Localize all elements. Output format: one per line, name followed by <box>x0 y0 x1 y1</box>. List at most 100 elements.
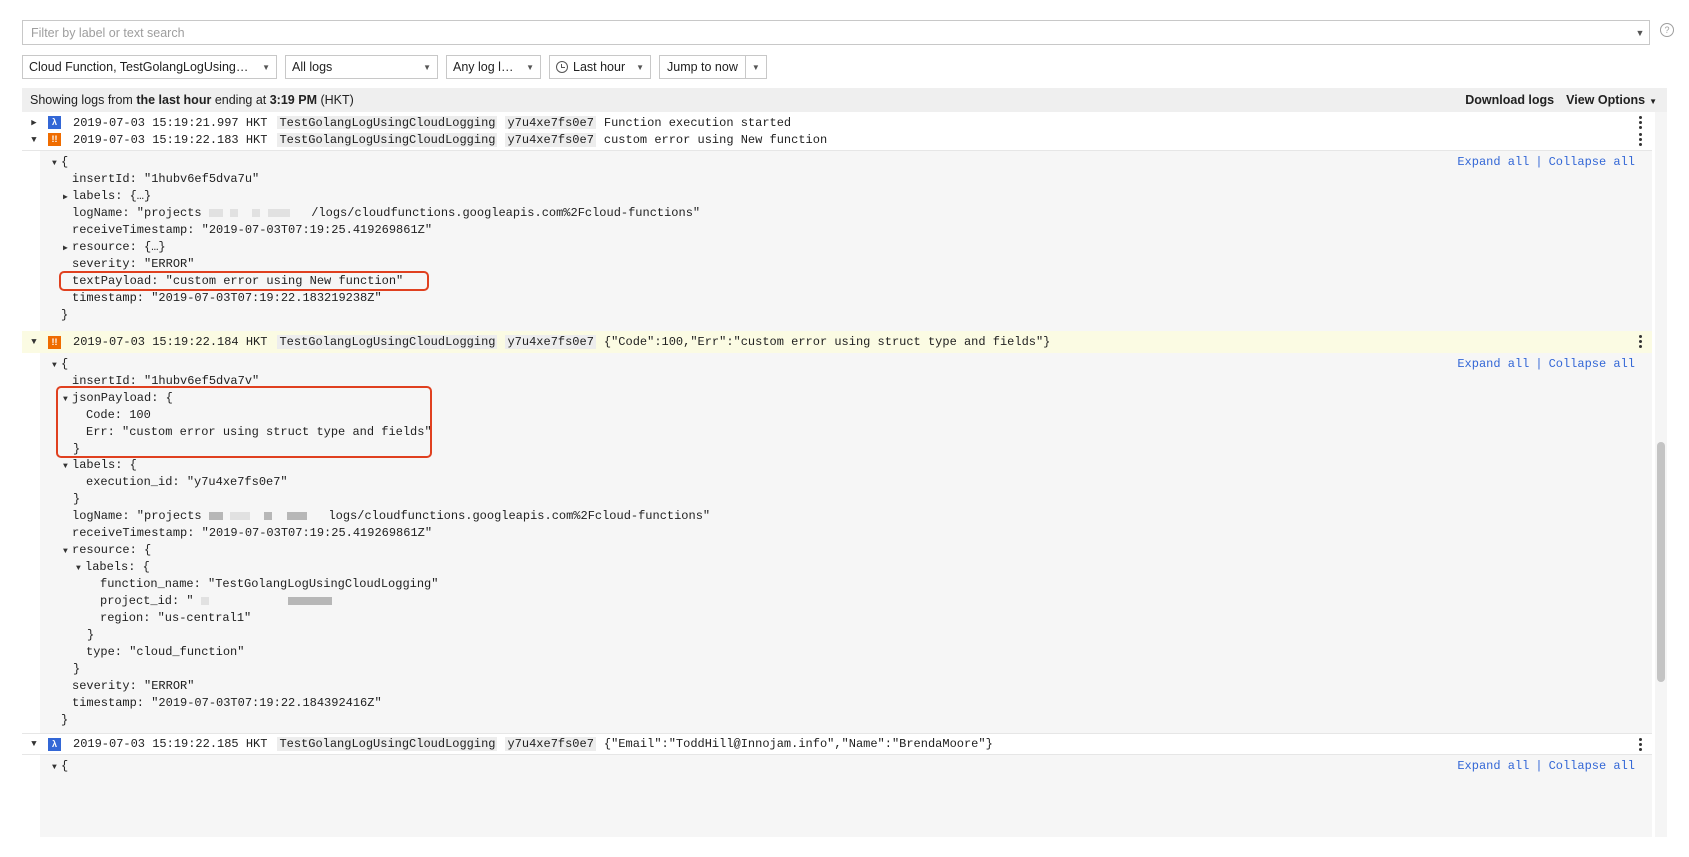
more-vert-icon[interactable] <box>1639 335 1643 350</box>
expand-collapse-controls: Expand all | Collapse all <box>1457 155 1635 169</box>
redacted-block <box>267 208 290 217</box>
collapse-all-link[interactable]: Collapse all <box>1549 357 1635 371</box>
collapse-arrow-icon[interactable]: ▼ <box>25 739 43 749</box>
collapse-all-link[interactable]: Collapse all <box>1549 155 1635 169</box>
scrollbar-thumb[interactable] <box>1657 442 1665 682</box>
field-receive-timestamp: receiveTimestamp: "2019-07-03T07:19:25.4… <box>72 526 433 540</box>
severity-default-icon: λ <box>48 737 61 751</box>
chevron-down-icon: ▼ <box>423 62 431 72</box>
field-resource-text: resource: {…} <box>72 240 166 254</box>
separator: | <box>1535 155 1543 169</box>
jump-to-now-button[interactable]: Jump to now <box>660 56 746 78</box>
expand-collapse-controls: Expand all | Collapse all <box>1457 357 1635 371</box>
log-message: {"Code":100,"Err":"custom error using st… <box>603 335 1051 349</box>
log-name-suffix: logs/cloudfunctions.googleapis.com%2Fclo… <box>328 509 711 523</box>
tree-close-brace: } <box>61 713 69 727</box>
tree-open-brace: { <box>61 155 69 169</box>
collapse-arrow-icon[interactable]: ▼ <box>25 337 43 347</box>
field-labels[interactable]: ▼ labels: { <box>63 457 137 474</box>
project-id-prefix: project_id: " <box>100 594 194 608</box>
filter-dropdown-icon[interactable]: ▼ <box>1631 28 1649 38</box>
resource-selector-label: Cloud Function, TestGolangLogUsingClo... <box>29 60 255 74</box>
log-row[interactable]: ▼ !! 2019-07-03 15:19:22.183 HKT TestGol… <box>22 129 1652 151</box>
log-name-selector[interactable]: All logs ▼ <box>285 55 438 79</box>
expand-all-link[interactable]: Expand all <box>1457 759 1529 773</box>
redacted-block <box>252 208 261 217</box>
field-receive-timestamp: receiveTimestamp: "2019-07-03T07:19:25.4… <box>72 223 433 237</box>
status-prefix: Showing logs from <box>30 93 133 107</box>
redacted-block <box>200 596 209 605</box>
tree-open-brace: { <box>61 759 69 773</box>
log-level-selector[interactable]: Any log level ▼ <box>446 55 541 79</box>
tree-root[interactable]: ▼{ <box>52 758 68 775</box>
log-timestamp: 2019-07-03 15:19:22.183 HKT <box>73 132 268 147</box>
execution-chip[interactable]: y7u4xe7fs0e7 <box>505 115 596 130</box>
log-detail: Expand all | Collapse all ▼{ <box>22 755 1652 837</box>
tree-root[interactable]: ▼{ <box>52 154 68 171</box>
caret-down-icon[interactable]: ▼ <box>52 759 61 776</box>
resource-selector[interactable]: Cloud Function, TestGolangLogUsingClo...… <box>22 55 277 79</box>
caret-right-icon[interactable]: ▶ <box>63 189 72 206</box>
view-options-label: View Options <box>1566 93 1646 107</box>
log-name-suffix: /logs/cloudfunctions.googleapis.com%2Fcl… <box>311 206 701 220</box>
caret-down-icon[interactable]: ▼ <box>52 357 61 374</box>
log-row[interactable]: ▼ λ 2019-07-03 15:19:22.185 HKT TestGola… <box>22 733 1652 755</box>
download-logs-button[interactable]: Download logs <box>1465 93 1554 107</box>
caret-down-icon[interactable]: ▼ <box>63 458 72 475</box>
collapse-all-link[interactable]: Collapse all <box>1549 759 1635 773</box>
labels-close: } <box>73 492 81 506</box>
execution-chip[interactable]: y7u4xe7fs0e7 <box>505 132 596 147</box>
status-middle: ending at <box>214 93 267 107</box>
execution-chip[interactable]: y7u4xe7fs0e7 <box>505 737 596 751</box>
separator: | <box>1535 357 1543 371</box>
severity-error-icon: !! <box>48 335 61 349</box>
filter-input[interactable] <box>23 21 1631 44</box>
function-chip[interactable]: TestGolangLogUsingCloudLogging <box>277 335 498 349</box>
separator: | <box>1535 759 1543 773</box>
severity-error-icon: !! <box>48 133 61 146</box>
field-labels-text: labels: { <box>72 458 137 472</box>
log-row[interactable]: ▼ !! 2019-07-03 15:19:22.184 HKT TestGol… <box>22 331 1652 353</box>
function-chip[interactable]: TestGolangLogUsingCloudLogging <box>277 115 498 130</box>
more-vert-icon[interactable] <box>1639 133 1643 148</box>
caret-down-icon[interactable]: ▼ <box>52 155 61 172</box>
chevron-down-icon: ▼ <box>1649 97 1657 106</box>
caret-down-icon[interactable]: ▼ <box>63 543 72 560</box>
help-icon[interactable]: ? <box>1660 23 1674 37</box>
log-message: Function execution started <box>603 115 792 130</box>
log-detail: Expand all | Collapse all ▼{ insertId: "1h… <box>22 151 1652 331</box>
log-name-prefix: logName: "projects <box>72 509 202 523</box>
tree-close-brace: } <box>61 308 69 322</box>
function-chip[interactable]: TestGolangLogUsingCloudLogging <box>277 132 498 147</box>
field-resource-labels-text: labels: { <box>85 560 150 574</box>
redacted-block <box>208 511 223 520</box>
field-resource[interactable]: ▼ resource: { <box>63 542 151 559</box>
vertical-scrollbar[interactable] <box>1655 112 1667 837</box>
redacted-block <box>288 596 333 605</box>
field-log-name: logName: "projects logs/cloudfunctions.g… <box>72 508 710 525</box>
field-resource[interactable]: ▶ resource: {…} <box>63 239 166 256</box>
caret-right-icon[interactable]: ▶ <box>63 240 72 257</box>
caret-down-icon[interactable]: ▼ <box>76 560 85 577</box>
expand-all-link[interactable]: Expand all <box>1457 357 1529 371</box>
redacted-block <box>208 208 223 217</box>
execution-chip[interactable]: y7u4xe7fs0e7 <box>505 335 596 349</box>
log-list[interactable]: ▶ λ 2019-07-03 15:19:21.997 HKT TestGola… <box>22 112 1652 837</box>
time-range-selector[interactable]: Last hour ▼ <box>549 55 651 79</box>
field-function-name: function_name: "TestGolangLogUsingCloudL… <box>100 577 439 591</box>
more-vert-icon[interactable] <box>1639 738 1643 753</box>
jump-options-chevron-icon[interactable]: ▼ <box>746 56 766 78</box>
field-region: region: "us-central1" <box>100 611 252 625</box>
log-timestamp: 2019-07-03 15:19:22.185 HKT <box>73 737 268 751</box>
field-resource-labels[interactable]: ▼ labels: { <box>76 559 150 576</box>
tree-root[interactable]: ▼{ <box>52 356 68 373</box>
expand-arrow-icon[interactable]: ▶ <box>25 118 43 128</box>
function-chip[interactable]: TestGolangLogUsingCloudLogging <box>277 737 498 751</box>
filter-bar[interactable]: ▼ <box>22 20 1650 45</box>
field-labels[interactable]: ▶ labels: {…} <box>63 188 151 205</box>
log-name-selector-label: All logs <box>292 60 333 74</box>
clock-icon <box>556 61 568 73</box>
expand-all-link[interactable]: Expand all <box>1457 155 1529 169</box>
collapse-arrow-icon[interactable]: ▼ <box>25 135 43 145</box>
view-options-button[interactable]: View Options ▼ <box>1566 93 1657 107</box>
